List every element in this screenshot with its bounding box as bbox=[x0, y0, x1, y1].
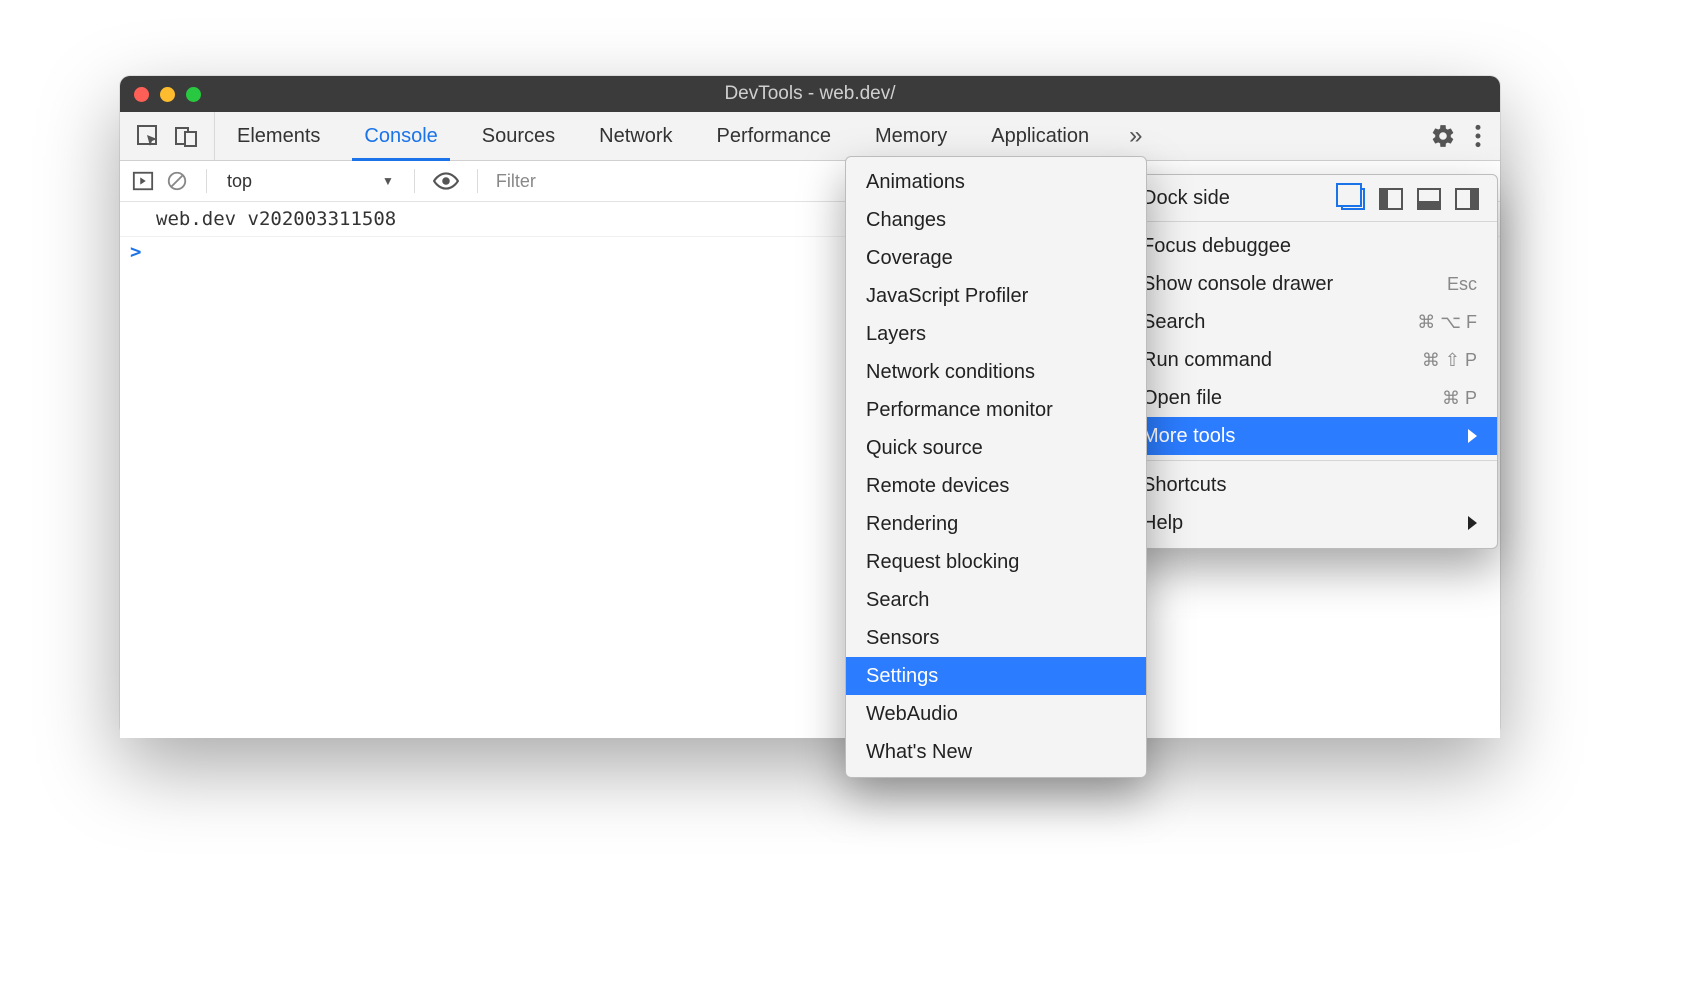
tab-sources[interactable]: Sources bbox=[460, 112, 577, 160]
tab-memory[interactable]: Memory bbox=[853, 112, 969, 160]
dock-bottom-icon[interactable] bbox=[1417, 188, 1441, 210]
menu-item-label: Help bbox=[1142, 512, 1183, 535]
menu-item-shortcut: ⌘ P bbox=[1442, 388, 1477, 409]
main-menu: Dock side Focus debuggee Show console dra… bbox=[1121, 174, 1498, 549]
tab-performance[interactable]: Performance bbox=[695, 112, 854, 160]
submenu-arrow-icon bbox=[1468, 429, 1477, 443]
window-close-button[interactable] bbox=[134, 87, 149, 102]
more-tools-submenu: AnimationsChangesCoverageJavaScript Prof… bbox=[845, 156, 1147, 778]
submenu-item-changes[interactable]: Changes bbox=[846, 201, 1146, 239]
tabs-overflow-button[interactable]: » bbox=[1111, 112, 1160, 160]
titlebar: DevTools - web.dev/ bbox=[120, 76, 1500, 112]
submenu-item-request-blocking[interactable]: Request blocking bbox=[846, 543, 1146, 581]
menu-item-label: Show console drawer bbox=[1142, 273, 1333, 296]
submenu-item-sensors[interactable]: Sensors bbox=[846, 619, 1146, 657]
dock-side-label: Dock side bbox=[1142, 187, 1230, 210]
devtools-tabbar: ElementsConsoleSourcesNetworkPerformance… bbox=[120, 112, 1500, 161]
submenu-item-layers[interactable]: Layers bbox=[846, 315, 1146, 353]
devtools-window: DevTools - web.dev/ ElementsConsoleSourc… bbox=[120, 76, 1500, 736]
submenu-item-settings[interactable]: Settings bbox=[846, 657, 1146, 695]
submenu-arrow-icon bbox=[1468, 516, 1477, 530]
menu-item-show-console-drawer[interactable]: Show console drawer Esc bbox=[1122, 265, 1497, 303]
submenu-item-network-conditions[interactable]: Network conditions bbox=[846, 353, 1146, 391]
menu-item-label: Open file bbox=[1142, 387, 1222, 410]
menu-item-label: Search bbox=[1142, 311, 1205, 334]
menu-item-label: Run command bbox=[1142, 349, 1272, 372]
menu-item-more-tools[interactable]: More tools bbox=[1122, 417, 1497, 455]
context-label: top bbox=[227, 171, 252, 192]
submenu-item-what-s-new[interactable]: What's New bbox=[846, 733, 1146, 771]
window-minimize-button[interactable] bbox=[160, 87, 175, 102]
execution-context-select[interactable]: top ▼ bbox=[215, 161, 406, 201]
menu-item-help[interactable]: Help bbox=[1122, 504, 1497, 542]
menu-item-search[interactable]: Search ⌘ ⌥ F bbox=[1122, 303, 1497, 341]
menu-item-label: Shortcuts bbox=[1142, 474, 1226, 497]
dock-left-icon[interactable] bbox=[1379, 188, 1403, 210]
menu-item-label: More tools bbox=[1142, 425, 1235, 448]
settings-gear-icon[interactable] bbox=[1430, 123, 1456, 149]
menu-item-shortcuts[interactable]: Shortcuts bbox=[1122, 466, 1497, 504]
menu-item-label: Focus debuggee bbox=[1142, 235, 1291, 258]
submenu-item-quick-source[interactable]: Quick source bbox=[846, 429, 1146, 467]
tab-elements[interactable]: Elements bbox=[215, 112, 342, 160]
live-expression-eye-icon[interactable] bbox=[433, 170, 459, 192]
submenu-item-search[interactable]: Search bbox=[846, 581, 1146, 619]
tab-network[interactable]: Network bbox=[577, 112, 694, 160]
menu-item-open-file[interactable]: Open file ⌘ P bbox=[1122, 379, 1497, 417]
submenu-item-webaudio[interactable]: WebAudio bbox=[846, 695, 1146, 733]
submenu-item-remote-devices[interactable]: Remote devices bbox=[846, 467, 1146, 505]
submenu-item-coverage[interactable]: Coverage bbox=[846, 239, 1146, 277]
menu-item-shortcut: ⌘ ⇧ P bbox=[1422, 350, 1477, 371]
console-sidebar-toggle-icon[interactable] bbox=[132, 170, 154, 192]
tab-application[interactable]: Application bbox=[969, 112, 1111, 160]
tab-console[interactable]: Console bbox=[342, 112, 459, 160]
inspect-element-icon[interactable] bbox=[136, 124, 160, 148]
submenu-item-rendering[interactable]: Rendering bbox=[846, 505, 1146, 543]
submenu-item-animations[interactable]: Animations bbox=[846, 163, 1146, 201]
dock-right-icon[interactable] bbox=[1455, 188, 1479, 210]
menu-item-focus-debuggee[interactable]: Focus debuggee bbox=[1122, 227, 1497, 265]
menu-item-shortcut: Esc bbox=[1447, 274, 1477, 295]
device-toolbar-icon[interactable] bbox=[174, 124, 198, 148]
menu-item-run-command[interactable]: Run command ⌘ ⇧ P bbox=[1122, 341, 1497, 379]
window-title: DevTools - web.dev/ bbox=[120, 83, 1500, 105]
submenu-item-javascript-profiler[interactable]: JavaScript Profiler bbox=[846, 277, 1146, 315]
overflow-glyph: » bbox=[1129, 122, 1142, 150]
submenu-item-performance-monitor[interactable]: Performance monitor bbox=[846, 391, 1146, 429]
window-zoom-button[interactable] bbox=[186, 87, 201, 102]
clear-console-icon[interactable] bbox=[166, 170, 188, 192]
dropdown-caret-icon: ▼ bbox=[382, 174, 394, 188]
kebab-menu-icon[interactable] bbox=[1474, 123, 1482, 149]
menu-item-shortcut: ⌘ ⌥ F bbox=[1417, 312, 1477, 333]
dock-undock-icon[interactable] bbox=[1341, 188, 1365, 210]
